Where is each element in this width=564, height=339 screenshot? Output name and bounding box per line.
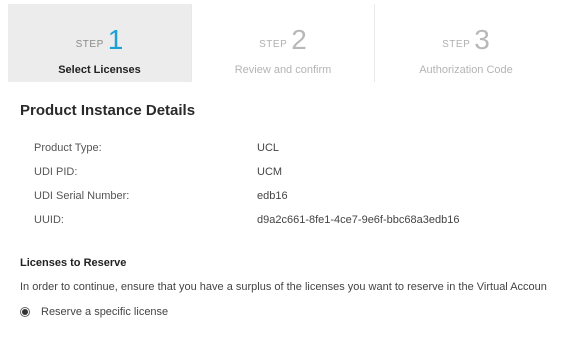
step-number: 3 [474,24,490,55]
detail-value: d9a2c661-8fe1-4ce7-9e6f-bbc68a3edb16 [257,214,460,226]
detail-key: UDI Serial Number: [34,190,130,202]
detail-row-product-type: Product Type: UCL [34,136,554,160]
detail-value: edb16 [257,190,288,202]
product-instance-details-title: Product Instance Details [20,102,196,119]
detail-key: Product Type: [34,142,102,154]
wizard-stepper: STEP 1 Select Licenses STEP 2 Review and… [8,4,564,82]
step-word: STEP [259,39,288,50]
step-select-licenses[interactable]: STEP 1 Select Licenses [8,4,191,82]
reserve-specific-license-option[interactable]: Reserve a specific license [20,306,168,318]
detail-key: UUID: [34,214,64,226]
step-word: STEP [442,39,471,50]
product-instance-details: Product Type: UCL UDI PID: UCM UDI Seria… [34,136,554,232]
licenses-to-reserve-heading: Licenses to Reserve [20,257,127,269]
detail-row-uuid: UUID: d9a2c661-8fe1-4ce7-9e6f-bbc68a3edb… [34,208,554,232]
step-word: STEP [75,39,104,50]
step-authorization-code[interactable]: STEP 3 Authorization Code [374,4,557,82]
step-label: Review and confirm [234,64,332,76]
detail-value: UCM [257,166,283,178]
licenses-instruction-text: In order to continue, ensure that you ha… [20,281,547,293]
detail-row-udi-serial-number: UDI Serial Number: edb16 [34,184,554,208]
step-number: 2 [291,24,307,55]
reserve-specific-license-radio[interactable] [20,307,30,317]
detail-key: UDI PID: [34,166,78,178]
detail-row-udi-pid: UDI PID: UCM [34,160,554,184]
license-reservation-page: STEP 1 Select Licenses STEP 2 Review and… [0,0,564,339]
radio-selected-dot [22,309,28,315]
detail-value: UCL [257,142,280,154]
step-label: Select Licenses [58,64,141,76]
reserve-specific-license-label: Reserve a specific license [41,306,169,318]
step-review-and-confirm[interactable]: STEP 2 Review and confirm [191,4,374,82]
step-label: Authorization Code [419,64,513,76]
step-number: 1 [107,24,124,55]
